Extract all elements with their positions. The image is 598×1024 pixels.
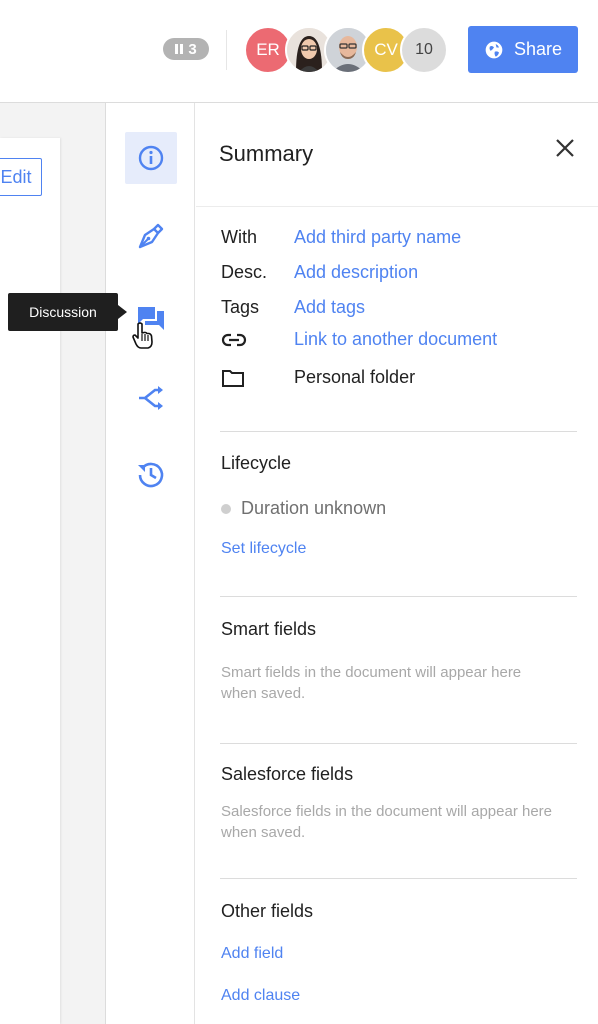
add-field-link[interactable]: Add field xyxy=(221,945,283,963)
pause-icon xyxy=(175,44,184,54)
divider xyxy=(220,431,577,432)
lifecycle-status-text: Duration unknown xyxy=(241,498,387,518)
field-row-tags: Tags Add tags xyxy=(221,297,365,318)
sidebar-rail xyxy=(105,103,195,1024)
field-label: With xyxy=(221,227,257,247)
edit-button[interactable]: Edit xyxy=(0,158,42,196)
share-label: Share xyxy=(513,39,563,59)
edit-label: Edit xyxy=(0,166,32,187)
pause-count: 3 xyxy=(188,40,197,58)
smart-fields-empty-text: Smart fields in the document will appear… xyxy=(221,664,522,702)
hand-pointer-cursor-icon xyxy=(132,322,153,349)
divider xyxy=(220,596,577,597)
link-icon xyxy=(221,333,247,346)
top-bar: 3 ER CV 10 Share xyxy=(0,0,598,103)
field-row-folder: Personal folder xyxy=(221,367,415,388)
folder-name[interactable]: Personal folder xyxy=(294,367,415,388)
avatar-initials: ER xyxy=(256,40,280,59)
field-row-desc: Desc. Add description xyxy=(221,262,418,283)
tooltip-text: Discussion xyxy=(29,304,97,320)
add-third-party-link[interactable]: Add third party name xyxy=(294,227,461,248)
set-lifecycle-link[interactable]: Set lifecycle xyxy=(221,540,306,558)
pen-nib-icon xyxy=(138,223,164,249)
more-collaborators-badge[interactable]: 10 xyxy=(400,26,448,74)
add-clause-link[interactable]: Add clause xyxy=(221,987,300,1005)
tooltip-discussion: Discussion xyxy=(8,293,127,331)
lifecycle-status: Duration unknown xyxy=(221,498,386,519)
document-page xyxy=(0,138,60,1024)
share-button[interactable]: Share xyxy=(468,26,578,73)
more-count: 10 xyxy=(415,41,433,58)
info-icon xyxy=(138,145,164,171)
section-title-salesforce-fields: Salesforce fields xyxy=(221,764,354,784)
field-row-link: Link to another document xyxy=(221,329,497,350)
rail-tab-workflow[interactable] xyxy=(125,371,177,423)
paused-users-badge[interactable]: 3 xyxy=(163,38,209,60)
summary-panel: Summary With Add third party name Desc. … xyxy=(196,103,598,1024)
field-label: Desc. xyxy=(221,262,268,282)
close-panel-button[interactable] xyxy=(552,135,578,161)
branch-icon xyxy=(139,386,163,410)
folder-icon xyxy=(222,369,244,387)
section-title-smart-fields: Smart fields xyxy=(221,619,317,639)
divider xyxy=(196,206,598,207)
divider xyxy=(220,878,577,879)
close-icon xyxy=(556,139,574,157)
rail-tab-sign[interactable] xyxy=(125,210,177,262)
rail-tab-history[interactable] xyxy=(125,448,177,500)
history-icon xyxy=(138,462,164,488)
add-description-link[interactable]: Add description xyxy=(294,262,418,283)
section-title-other-fields: Other fields xyxy=(221,901,314,921)
divider xyxy=(220,743,577,744)
field-row-with: With Add third party name xyxy=(221,227,461,248)
add-tags-link[interactable]: Add tags xyxy=(294,297,365,318)
avatar-initials: CV xyxy=(374,40,398,59)
rail-tab-info[interactable] xyxy=(125,132,177,184)
section-title-lifecycle: Lifecycle xyxy=(221,453,292,473)
globe-icon xyxy=(485,41,503,58)
link-document-link[interactable]: Link to another document xyxy=(294,329,497,350)
status-dot xyxy=(221,503,231,514)
panel-title: Summary xyxy=(219,141,314,166)
header-divider xyxy=(226,30,227,70)
field-label: Tags xyxy=(221,297,260,317)
salesforce-fields-empty-text: Salesforce fields in the document will a… xyxy=(221,803,553,841)
